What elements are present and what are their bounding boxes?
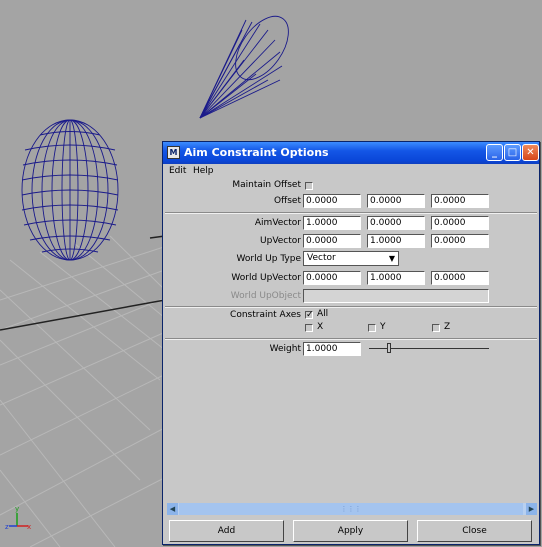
axis-indicator: y z x xyxy=(5,505,31,531)
scroll-right-icon[interactable]: ▶ xyxy=(526,503,537,515)
add-button[interactable]: Add xyxy=(169,520,284,542)
axis-z-label: z xyxy=(5,523,9,531)
up-vector-y-field[interactable]: 1.0000 xyxy=(367,234,425,248)
up-vector-label: UpVector xyxy=(260,236,301,246)
offset-z-field[interactable]: 0.0000 xyxy=(431,194,489,208)
world-up-type-dropdown[interactable]: Vector ▼ xyxy=(303,251,399,266)
title-bar[interactable]: M Aim Constraint Options _ □ ✕ xyxy=(163,142,539,164)
separator xyxy=(165,306,537,308)
up-vector-z-field[interactable]: 0.0000 xyxy=(431,234,489,248)
aim-vector-label: AimVector xyxy=(254,218,301,228)
grid-axis-line xyxy=(0,299,166,331)
close-icon[interactable]: ✕ xyxy=(522,144,539,161)
aim-vector-x-field[interactable]: 1.0000 xyxy=(303,216,361,230)
minimize-icon[interactable]: _ xyxy=(486,144,503,161)
maya-app-icon: M xyxy=(167,146,180,159)
axis-x-label: x xyxy=(27,523,31,531)
aim-constraint-options-window: M Aim Constraint Options _ □ ✕ Edit Help… xyxy=(162,141,540,545)
weight-field[interactable]: 1.0000 xyxy=(303,342,361,356)
separator xyxy=(165,338,537,340)
scroll-thumb[interactable]: ⋮⋮⋮ xyxy=(179,503,523,515)
constraint-axes-label: Constraint Axes xyxy=(230,310,301,320)
axis-z-checkbox-label: Z xyxy=(444,322,451,332)
wire-sphere xyxy=(21,119,119,261)
horizontal-scrollbar[interactable]: ◀ ⋮⋮⋮ ▶ xyxy=(167,503,537,515)
axis-y-checkbox-label: Y xyxy=(380,322,386,332)
offset-label: Offset xyxy=(273,196,301,206)
axis-all-checkbox[interactable]: ✓ xyxy=(305,311,314,320)
wire-cone xyxy=(199,15,289,119)
close-button[interactable]: Close xyxy=(417,520,532,542)
maintain-offset-label: Maintain Offset xyxy=(232,180,301,190)
aim-vector-z-field[interactable]: 0.0000 xyxy=(431,216,489,230)
menu-help[interactable]: Help xyxy=(193,166,214,176)
axis-y-checkbox[interactable] xyxy=(368,324,376,332)
world-up-vector-x-field[interactable]: 0.0000 xyxy=(303,271,361,285)
ground-grid xyxy=(0,235,171,547)
world-up-object-field xyxy=(303,289,489,303)
apply-button[interactable]: Apply xyxy=(293,520,408,542)
axis-x-checkbox[interactable] xyxy=(305,324,313,332)
aim-vector-y-field[interactable]: 0.0000 xyxy=(367,216,425,230)
up-vector-x-field[interactable]: 0.0000 xyxy=(303,234,361,248)
separator xyxy=(165,212,537,214)
weight-label: Weight xyxy=(269,344,301,354)
world-up-type-value: Vector xyxy=(307,253,336,263)
weight-slider-thumb[interactable] xyxy=(387,343,391,353)
world-up-vector-y-field[interactable]: 1.0000 xyxy=(367,271,425,285)
scroll-left-icon[interactable]: ◀ xyxy=(167,503,178,515)
chevron-down-icon: ▼ xyxy=(388,254,395,263)
world-up-type-label: World Up Type xyxy=(236,254,302,264)
offset-x-field[interactable]: 0.0000 xyxy=(303,194,361,208)
axis-x-label: X xyxy=(317,322,324,332)
world-up-object-label: World UpObject xyxy=(230,291,301,301)
axis-y-label: y xyxy=(15,505,19,513)
world-up-vector-z-field[interactable]: 0.0000 xyxy=(431,271,489,285)
axis-z-checkbox[interactable] xyxy=(432,324,440,332)
window-title: Aim Constraint Options xyxy=(184,146,329,159)
maintain-offset-checkbox[interactable] xyxy=(305,182,313,190)
axis-all-label: All xyxy=(317,309,329,319)
offset-y-field[interactable]: 0.0000 xyxy=(367,194,425,208)
maximize-icon[interactable]: □ xyxy=(504,144,521,161)
world-up-vector-label: World UpVector xyxy=(231,273,301,283)
menu-edit[interactable]: Edit xyxy=(169,166,186,176)
menu-bar: Edit Help xyxy=(163,164,539,177)
